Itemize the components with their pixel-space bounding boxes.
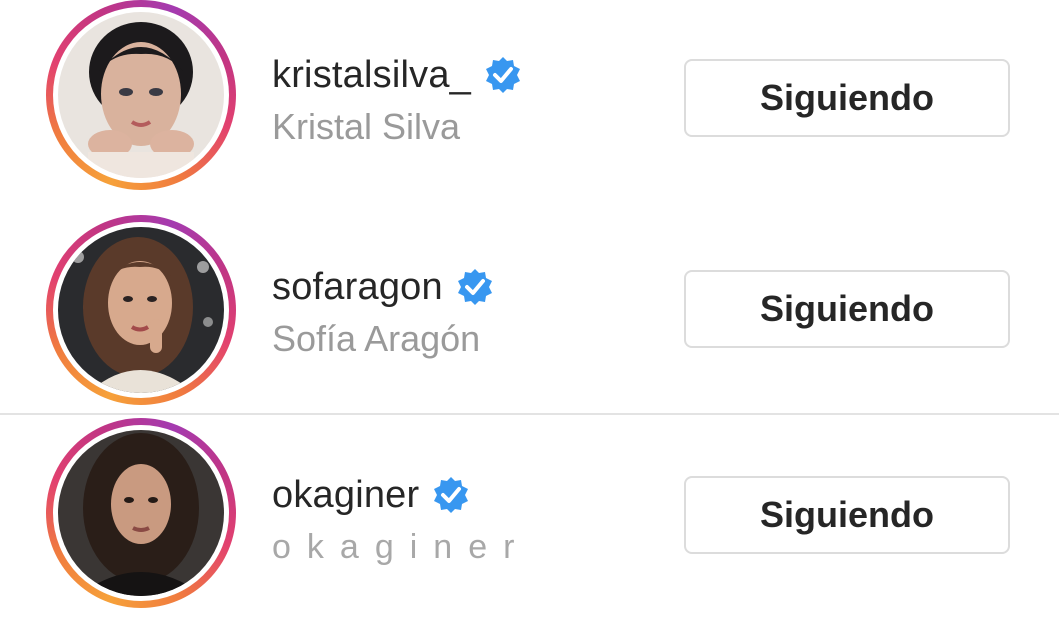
following-button[interactable]: Siguiendo (684, 476, 1010, 554)
username[interactable]: sofaragon (272, 266, 443, 309)
full-name: okaginer (272, 528, 531, 566)
verified-badge-icon (431, 475, 471, 515)
username[interactable]: okaginer (272, 474, 419, 517)
verified-badge-icon (455, 267, 495, 307)
story-ring-avatar[interactable] (46, 215, 236, 405)
avatar (58, 227, 224, 393)
verified-badge-icon (483, 55, 523, 95)
username[interactable]: kristalsilva_ (272, 54, 471, 97)
following-button[interactable]: Siguiendo (684, 59, 1010, 137)
list-item: okaginer okaginer Siguiendo (0, 412, 1059, 622)
following-button[interactable]: Siguiendo (684, 270, 1010, 348)
story-ring-avatar[interactable] (46, 0, 236, 190)
list-item: kristalsilva_ Kristal Silva Siguiendo (0, 0, 1059, 210)
avatar (58, 430, 224, 596)
list-item: sofaragon Sofía Aragón Siguiendo (0, 205, 1059, 415)
full-name: Kristal Silva (272, 106, 461, 147)
full-name: Sofía Aragón (272, 318, 481, 359)
avatar (58, 12, 224, 178)
following-list: kristalsilva_ Kristal Silva Siguiendo so… (0, 0, 1059, 620)
story-ring-avatar[interactable] (46, 418, 236, 608)
